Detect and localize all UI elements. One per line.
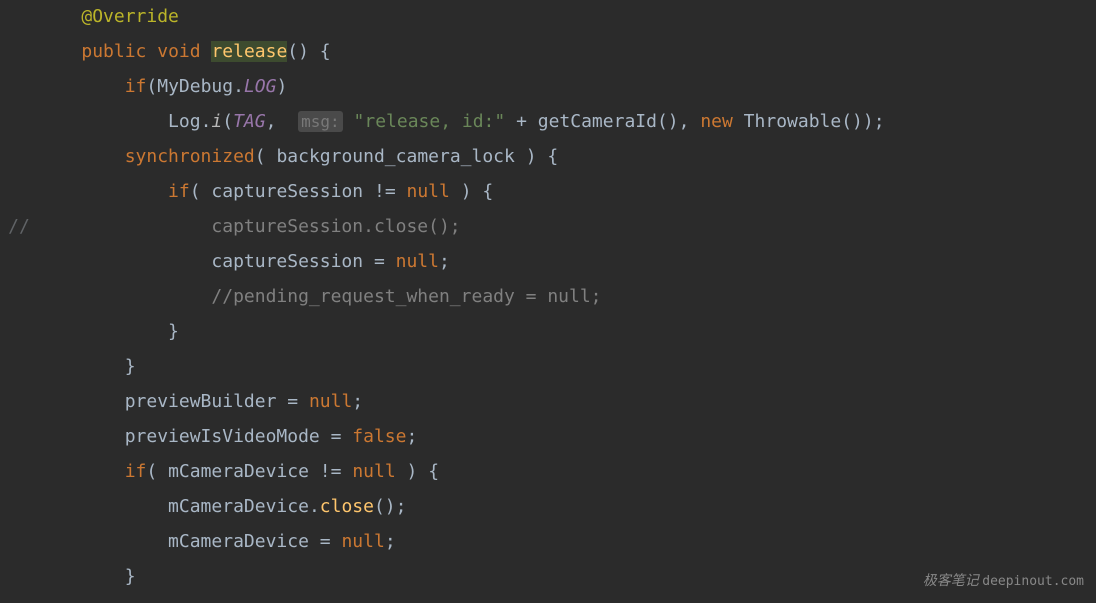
code-line[interactable]: mCameraDevice.close(); [38, 490, 1096, 525]
variable: captureSession [211, 251, 363, 272]
watermark-url: deepinout.com [982, 574, 1084, 589]
comment: //pending_request_when_ready = null; [211, 286, 601, 307]
keyword-if: if [125, 76, 147, 97]
keyword-null: null [352, 461, 395, 482]
gutter-comment-marker: // [0, 210, 38, 245]
code-line[interactable]: //pending_request_when_ready = null; [38, 280, 1096, 315]
variable: mCameraDevice [168, 531, 309, 552]
variable: background_camera_lock [276, 146, 514, 167]
code-line[interactable]: @Override [38, 0, 1096, 35]
variable: previewBuilder [125, 391, 277, 412]
code-line[interactable]: public void release() { [38, 35, 1096, 70]
tag-field: TAG [233, 111, 266, 132]
keyword-false: false [352, 426, 406, 447]
keyword-null: null [396, 251, 439, 272]
keyword-void: void [157, 41, 200, 62]
variable: mCameraDevice [168, 496, 309, 517]
code-line[interactable]: Log.i(TAG, msg: "release, id:" + getCame… [38, 105, 1096, 140]
code-area[interactable]: @Override public void release() { if(MyD… [38, 0, 1096, 603]
brace-close: } [168, 321, 179, 342]
keyword-if: if [125, 461, 147, 482]
code-line[interactable]: previewBuilder = null; [38, 385, 1096, 420]
code-line[interactable]: mCameraDevice = null; [38, 525, 1096, 560]
watermark: 极客笔记 deepinout.com [923, 568, 1084, 595]
code-line[interactable]: } [38, 315, 1096, 350]
code-line[interactable]: if( mCameraDevice != null ) { [38, 455, 1096, 490]
class-ref: MyDebug [157, 76, 233, 97]
keyword-synchronized: synchronized [125, 146, 255, 167]
parameter-hint: msg: [298, 111, 343, 132]
keyword-null: null [341, 531, 384, 552]
method-call: close [320, 496, 374, 517]
method-call: getCameraId() [538, 111, 679, 132]
keyword-if: if [168, 181, 190, 202]
punctuation: () { [287, 41, 330, 62]
code-line[interactable]: if( captureSession != null ) { [38, 175, 1096, 210]
keyword-public: public [81, 41, 146, 62]
keyword-null: null [309, 391, 352, 412]
keyword-new: new [700, 111, 733, 132]
keyword-null: null [407, 181, 450, 202]
log-class: Log [168, 111, 201, 132]
method-name: release [211, 41, 287, 62]
commented-code: captureSession.close(); [211, 216, 460, 237]
string-literal: "release, id:" [354, 111, 506, 132]
gutter: // [0, 0, 38, 603]
code-line[interactable]: if(MyDebug.LOG) [38, 70, 1096, 105]
variable: previewIsVideoMode [125, 426, 320, 447]
brace-close: } [125, 356, 136, 377]
brace-close: } [125, 566, 136, 587]
annotation: @Override [81, 6, 179, 27]
variable: captureSession [211, 181, 363, 202]
code-line[interactable]: captureSession.close(); [38, 210, 1096, 245]
code-line[interactable]: } [38, 350, 1096, 385]
static-field: LOG [244, 76, 277, 97]
watermark-chinese: 极客笔记 [923, 574, 979, 589]
code-line[interactable]: captureSession = null; [38, 245, 1096, 280]
variable: mCameraDevice [168, 461, 309, 482]
static-method: i [211, 111, 222, 132]
code-editor[interactable]: // @Override public void release() { if(… [0, 0, 1096, 603]
code-line[interactable]: synchronized( background_camera_lock ) { [38, 140, 1096, 175]
code-line[interactable]: previewIsVideoMode = false; [38, 420, 1096, 455]
